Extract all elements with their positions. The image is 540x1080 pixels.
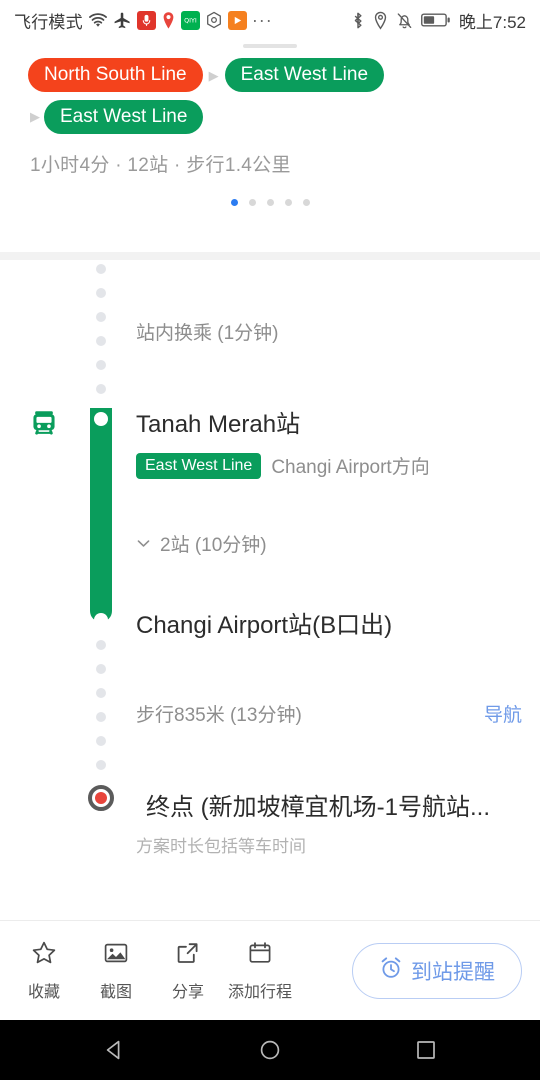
carrier-label: 飞行模式 <box>14 12 83 32</box>
qiyi-app-icon: QIYI <box>180 10 200 30</box>
alarm-clock-icon <box>379 956 403 986</box>
route-header: North South Line ▶ East West Line ▶ East… <box>0 58 540 206</box>
pager-dot-3[interactable] <box>266 199 274 206</box>
route-summary: 1小时4分 · 12站 · 步行1.4公里 <box>30 155 291 176</box>
toolbar-item-screenshot[interactable]: 截图 <box>80 940 152 1002</box>
nav-recents-button[interactable] <box>414 1038 438 1062</box>
walk-step-text: 步行835米 (13分钟) <box>136 705 302 726</box>
route-pager[interactable] <box>0 199 540 206</box>
silent-bell-icon <box>396 11 413 30</box>
pager-dot-1[interactable] <box>230 199 238 206</box>
location-pin-app-icon <box>161 11 176 30</box>
pager-dot-5[interactable] <box>302 199 310 206</box>
route-steps-list: 站内换乘 (1分钟) Tanah Merah站 East West Line C… <box>0 260 540 930</box>
battery-icon <box>420 12 451 28</box>
ride-stops-toggle[interactable]: 2站 (10分钟) <box>136 530 267 557</box>
overflow-dots-icon: ··· <box>251 10 273 30</box>
bottom-sheet-drag-handle[interactable] <box>243 44 297 48</box>
calendar-icon <box>247 940 273 971</box>
ride-stops-label: 2站 (10分钟) <box>160 535 267 556</box>
bottom-toolbar: 收藏 截图 分享 添加行程 到站提醒 <box>0 920 540 1020</box>
timeline-ride-bar <box>90 408 112 622</box>
toolbar-item-favorite[interactable]: 收藏 <box>8 940 80 1002</box>
board-direction-text: Changi Airport方向 <box>271 457 430 478</box>
destination-marker-icon <box>88 785 114 811</box>
line-chip-east-west: East West Line <box>136 452 262 479</box>
svg-text:QIYI: QIYI <box>184 17 197 24</box>
wifi-icon <box>88 12 108 29</box>
status-bar-left: 飞行模式 QIYI ··· <box>14 8 273 33</box>
board-station-name[interactable]: Tanah Merah站 <box>136 404 300 439</box>
toolbar-label-share: 分享 <box>171 983 204 1001</box>
arrival-reminder-label: 到站提醒 <box>411 960 495 984</box>
microphone-app-icon <box>136 10 156 30</box>
android-nav-bar <box>0 1020 540 1080</box>
hexagon-app-icon <box>205 11 223 29</box>
nav-back-button[interactable] <box>102 1038 126 1062</box>
toolbar-item-share[interactable]: 分享 <box>152 940 224 1002</box>
walk-navigate-link[interactable]: 导航 <box>484 700 522 727</box>
status-bar-clock: 晚上7:52 <box>458 12 526 32</box>
app-screen: 飞行模式 QIYI ··· 晚上7:52 North South Line ▶ … <box>0 0 540 1080</box>
toolbar-label-favorite: 收藏 <box>27 983 60 1001</box>
alight-station-name[interactable]: Changi Airport站(B口出) <box>136 605 392 640</box>
video-play-app-icon <box>227 10 247 30</box>
transfer-note: 站内换乘 (1分钟) <box>136 323 279 344</box>
pager-dot-4[interactable] <box>284 199 292 206</box>
train-icon <box>30 410 58 443</box>
arrow-right-icon-2: ▶ <box>30 109 40 124</box>
toolbar-item-add-trip[interactable]: 添加行程 <box>224 940 296 1002</box>
bluetooth-icon <box>351 11 365 30</box>
destination-note: 方案时长包括等车时间 <box>136 837 306 856</box>
line-badge-north-south[interactable]: North South Line <box>28 58 203 92</box>
destination-title[interactable]: 终点 (新加坡樟宜机场-1号航站... <box>146 787 490 822</box>
chevron-down-icon <box>136 536 151 551</box>
section-divider <box>0 252 540 260</box>
airplane-icon <box>113 11 132 30</box>
share-icon <box>175 940 201 971</box>
location-icon <box>373 11 388 30</box>
arrival-reminder-button[interactable]: 到站提醒 <box>352 942 522 999</box>
line-badge-east-west-2[interactable]: East West Line <box>44 100 204 134</box>
line-badge-east-west-1[interactable]: East West Line <box>224 58 385 92</box>
star-icon <box>31 940 57 971</box>
status-bar-right: 晚上7:52 <box>351 8 526 33</box>
route-legs-row-2: ▶ East West Line <box>0 100 540 134</box>
alight-station-marker <box>94 613 108 627</box>
status-bar: 飞行模式 QIYI ··· 晚上7:52 <box>0 0 540 40</box>
board-station-line-info: East West Line Changi Airport方向 <box>136 452 430 479</box>
toolbar-label-screenshot: 截图 <box>99 983 132 1001</box>
board-station-marker <box>94 412 108 426</box>
route-legs-row-1: North South Line ▶ East West Line <box>0 58 540 92</box>
pager-dot-2[interactable] <box>248 199 256 206</box>
arrow-right-icon: ▶ <box>208 67 219 83</box>
nav-home-button[interactable] <box>258 1038 282 1062</box>
toolbar-label-add-trip: 添加行程 <box>227 983 292 1001</box>
image-icon <box>103 940 129 971</box>
